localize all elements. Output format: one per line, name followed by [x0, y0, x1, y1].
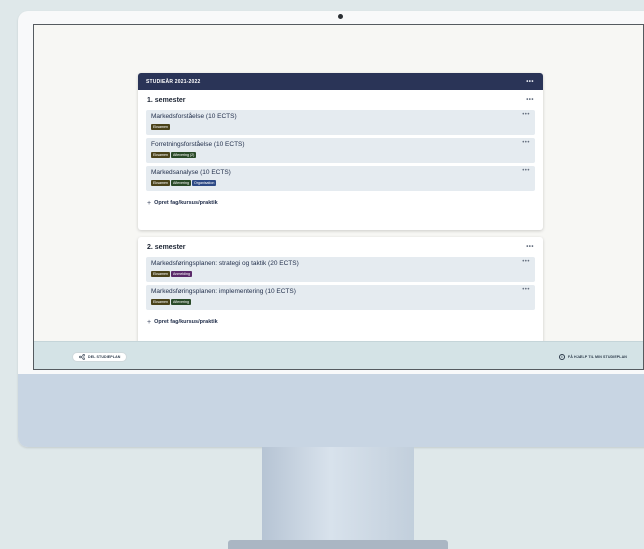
course-title[interactable]: Markedsføringsplanen: strategi og taktik…	[151, 260, 530, 268]
plus-icon: +	[147, 318, 152, 326]
study-year-card: STUDIEÅR 2021-2022 ••• 1. semester ••• M…	[138, 73, 543, 230]
study-plan-content: STUDIEÅR 2021-2022 ••• 1. semester ••• M…	[34, 25, 643, 341]
monitor-stand-foot	[228, 540, 448, 549]
monitor-stand	[262, 447, 414, 543]
course-title[interactable]: Markedsføringsplanen: implementering (10…	[151, 288, 530, 296]
course-title[interactable]: Forretningsforståelse (10 ECTS)	[151, 141, 530, 149]
help-study-plan-link[interactable]: i FÅ HJÆLP TIL MIN STUDIEPLAN	[558, 353, 627, 360]
semester-title: 2. semester	[147, 243, 186, 251]
tag-badge: Organisation	[191, 180, 217, 186]
course-tags: Eksamen Aflevering (2)	[151, 152, 530, 158]
tag-badge: Aflevering	[170, 299, 191, 305]
more-horizontal-icon[interactable]: •••	[522, 140, 530, 146]
plus-icon: +	[147, 199, 152, 207]
course-title[interactable]: Markedsforståelse (10 ECTS)	[151, 113, 530, 121]
course-title[interactable]: Markedsanalyse (10 ECTS)	[151, 169, 530, 177]
share-label: DEL STUDIEPLAN	[88, 354, 121, 359]
more-horizontal-icon[interactable]: •••	[526, 79, 534, 85]
tag-badge: Eksamen	[151, 152, 170, 158]
more-horizontal-icon[interactable]: •••	[522, 287, 530, 293]
screen: STUDIEÅR 2021-2022 ••• 1. semester ••• M…	[33, 24, 644, 370]
semester-title: 1. semester	[147, 96, 186, 104]
course-item[interactable]: Markedsføringsplanen: implementering (10…	[146, 285, 535, 310]
tag-badge: Aflevering	[170, 180, 191, 186]
semester-header: 2. semester •••	[138, 237, 543, 257]
add-course-label: Opret fag/kursus/praktik	[154, 319, 218, 325]
course-tags: Eksamen Aflevering	[151, 299, 530, 305]
share-icon	[79, 353, 85, 360]
camera-dot	[338, 14, 343, 19]
bottom-action-bar: DEL STUDIEPLAN i FÅ HJÆLP TIL MIN STUDIE…	[34, 341, 643, 369]
monitor-chin	[18, 374, 644, 447]
tag-badge: Aflevering (2)	[170, 152, 197, 158]
course-item[interactable]: Markedsanalyse (10 ECTS) ••• Eksamen Afl…	[146, 166, 535, 191]
semester-card: 2. semester ••• Markedsføringsplanen: st…	[138, 237, 543, 341]
info-icon: i	[558, 353, 565, 360]
tag-badge: Eksamen	[151, 180, 170, 186]
course-tags: Eksamen Anmelding	[151, 271, 530, 277]
course-item[interactable]: Markedsforståelse (10 ECTS) ••• Eksamen	[146, 110, 535, 135]
more-horizontal-icon[interactable]: •••	[522, 168, 530, 174]
study-year-label: STUDIEÅR 2021-2022	[146, 78, 201, 85]
add-course-label: Opret fag/kursus/praktik	[154, 200, 218, 206]
help-label: FÅ HJÆLP TIL MIN STUDIEPLAN	[567, 354, 627, 359]
course-item[interactable]: Markedsføringsplanen: strategi og taktik…	[146, 257, 535, 282]
course-tags: Eksamen Aflevering Organisation	[151, 180, 530, 186]
share-study-plan-button[interactable]: DEL STUDIEPLAN	[72, 351, 128, 362]
tag-badge: Anmelding	[170, 271, 192, 277]
more-horizontal-icon[interactable]: •••	[522, 259, 530, 265]
tag-badge: Eksamen	[151, 124, 170, 130]
course-tags: Eksamen	[151, 124, 530, 130]
study-year-header: STUDIEÅR 2021-2022 •••	[138, 73, 543, 90]
more-horizontal-icon[interactable]: •••	[526, 97, 534, 103]
more-horizontal-icon[interactable]: •••	[526, 244, 534, 250]
course-item[interactable]: Forretningsforståelse (10 ECTS) ••• Eksa…	[146, 138, 535, 163]
tag-badge: Eksamen	[151, 299, 170, 305]
tag-badge: Eksamen	[151, 271, 170, 277]
add-course-button[interactable]: + Opret fag/kursus/praktik	[138, 313, 543, 331]
semester-header: 1. semester •••	[138, 90, 543, 110]
more-horizontal-icon[interactable]: •••	[522, 112, 530, 118]
add-course-button[interactable]: + Opret fag/kursus/praktik	[138, 194, 543, 212]
